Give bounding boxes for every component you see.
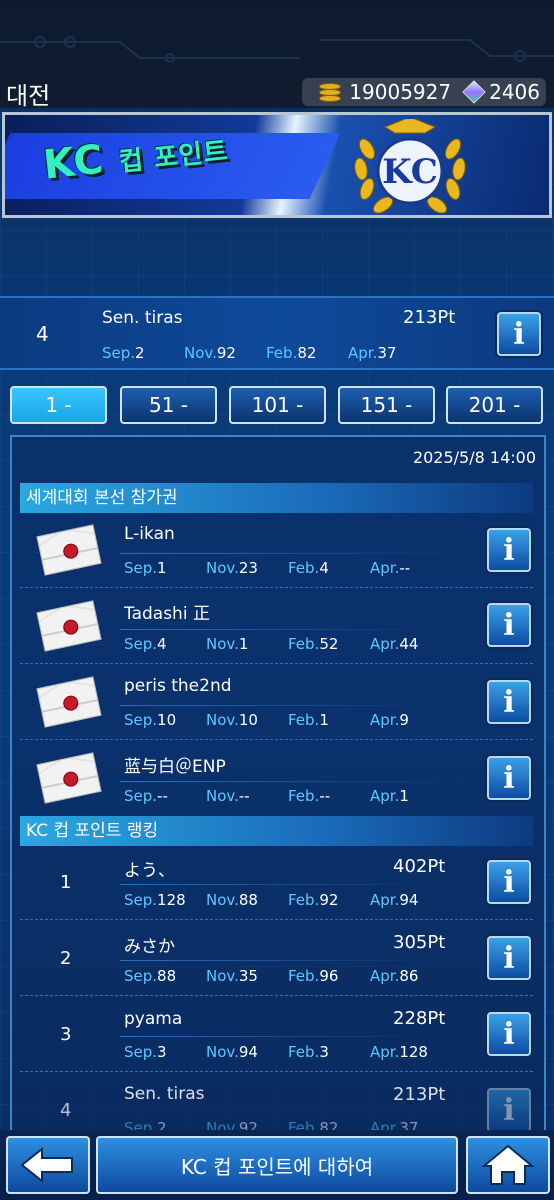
gem-count: 2406 bbox=[489, 80, 540, 104]
page-title: 대전 bbox=[6, 82, 51, 110]
monthly-results: Sep.88 Nov.35 Feb.96 Apr.86 bbox=[124, 967, 419, 985]
player-points: 213Pt bbox=[393, 1084, 446, 1105]
player-points: 305Pt bbox=[393, 932, 446, 953]
tab-151[interactable]: 151 - bbox=[338, 386, 435, 424]
player-name: peris the2nd bbox=[124, 676, 232, 696]
info-button[interactable]: i bbox=[487, 528, 531, 572]
monthly-results: Sep.10 Nov.10 Feb.1 Apr.9 bbox=[124, 711, 409, 729]
kc-laurel-emblem-icon: KC bbox=[354, 119, 466, 214]
my-points: 213Pt bbox=[403, 307, 456, 328]
monthly-results: Sep.4 Nov.1 Feb.52 Apr.44 bbox=[124, 635, 419, 653]
gem-icon bbox=[462, 80, 486, 104]
my-rank: 4 bbox=[36, 322, 49, 346]
player-name: よう、 bbox=[124, 861, 175, 881]
player-name: L-ikan bbox=[124, 524, 175, 544]
svg-text:KC: KC bbox=[382, 152, 438, 192]
circuit-decoration bbox=[0, 36, 554, 63]
coin-stack-icon bbox=[317, 81, 343, 103]
player-name: Tadashi 正 bbox=[124, 604, 210, 624]
invite-section-header: 세계대회 본선 참가권 bbox=[20, 483, 533, 513]
arrow-left-icon bbox=[20, 1146, 73, 1184]
player-name: Sen. tiras bbox=[124, 1084, 205, 1104]
back-button[interactable] bbox=[6, 1136, 90, 1194]
rank-number: 3 bbox=[60, 1024, 72, 1045]
tab-51[interactable]: 51 - bbox=[120, 386, 217, 424]
info-button[interactable]: i bbox=[487, 1012, 531, 1056]
info-button[interactable]: i bbox=[487, 756, 531, 800]
player-points: 402Pt bbox=[393, 856, 446, 877]
ranking-section-header: KC 컵 포인트 랭킹 bbox=[20, 816, 533, 846]
rank-number: 1 bbox=[60, 872, 72, 893]
my-rank-row: 4 Sen. tiras 213Pt Sep.2 Nov.92 Feb.82 A… bbox=[0, 296, 554, 370]
currency-bar: 19005927 2406 bbox=[302, 78, 546, 106]
monthly-results: Sep.-- Nov.-- Feb.-- Apr.1 bbox=[124, 787, 409, 805]
player-points: 228Pt bbox=[393, 1008, 446, 1029]
info-button[interactable]: i bbox=[487, 680, 531, 724]
my-player-name: Sen. tiras bbox=[102, 308, 183, 328]
player-name: みさか bbox=[124, 937, 175, 957]
info-button[interactable]: i bbox=[487, 603, 531, 647]
info-button[interactable]: i bbox=[487, 936, 531, 980]
tab-101[interactable]: 101 - bbox=[229, 386, 326, 424]
kc-cup-banner: KC 컵 포인트 KC bbox=[2, 112, 552, 218]
tab-201[interactable]: 201 - bbox=[446, 386, 543, 424]
coin-count: 19005927 bbox=[349, 80, 452, 104]
tab-1[interactable]: 1 - bbox=[10, 386, 107, 424]
update-timestamp: 2025/5/8 14:00 bbox=[412, 448, 536, 467]
player-name: pyama bbox=[124, 1009, 183, 1029]
rank-number: 2 bbox=[60, 948, 72, 969]
info-button[interactable]: i bbox=[487, 860, 531, 904]
monthly-results: Sep.128 Nov.88 Feb.92 Apr.94 bbox=[124, 891, 419, 909]
home-button[interactable] bbox=[466, 1136, 550, 1194]
player-name: 蓝与白＠ENP bbox=[124, 757, 226, 777]
house-icon bbox=[481, 1144, 535, 1185]
rank-number: 4 bbox=[60, 1100, 72, 1121]
about-label: KC 컵 포인트에 대하여 bbox=[180, 1154, 374, 1179]
about-kc-cup-points-button[interactable]: KC 컵 포인트에 대하여 bbox=[96, 1136, 458, 1194]
info-button[interactable]: i bbox=[487, 1088, 531, 1132]
monthly-results: Sep.3 Nov.94 Feb.3 Apr.128 bbox=[124, 1043, 428, 1061]
my-monthly-results: Sep.2 Nov.92 Feb.82 Apr.37 bbox=[102, 344, 397, 362]
rank-range-tabs: 1 - 51 - 101 - 151 - 201 - bbox=[10, 386, 550, 426]
banner-title-big: KC bbox=[41, 136, 107, 189]
my-info-button[interactable]: i bbox=[497, 312, 541, 356]
monthly-results: Sep.1 Nov.23 Feb.4 Apr.-- bbox=[124, 559, 411, 577]
